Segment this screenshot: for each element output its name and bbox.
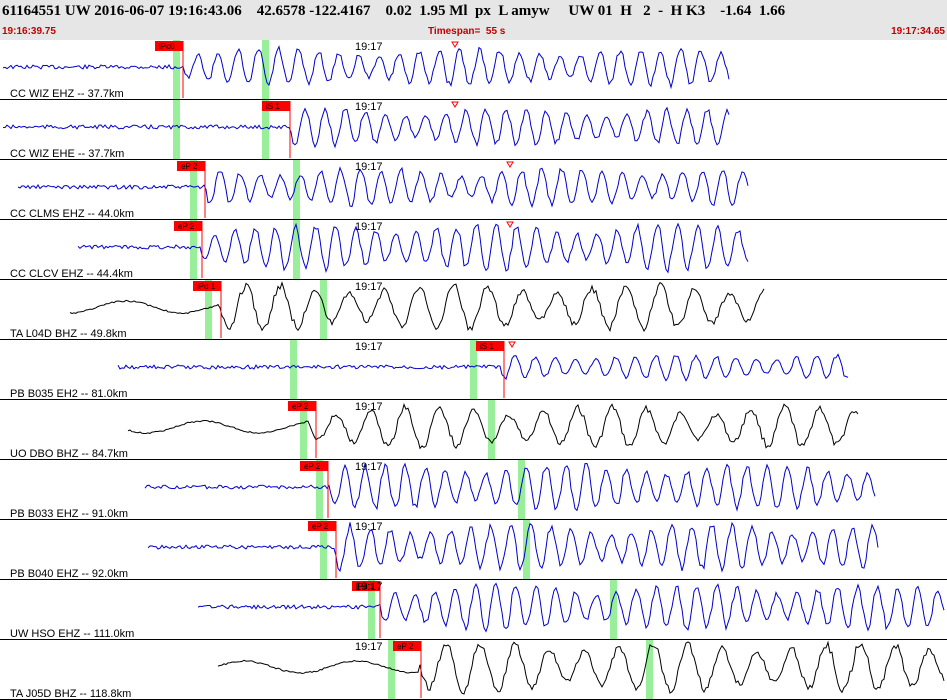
pick-label: eP 2 bbox=[292, 402, 309, 411]
arrival-marker bbox=[518, 460, 525, 519]
pick-label: eP 2 bbox=[312, 522, 329, 531]
minute-label: 19:17 bbox=[355, 401, 383, 413]
waveform-trace[interactable] bbox=[117, 353, 849, 382]
minute-label: 19:17 bbox=[355, 581, 383, 593]
pick-label: iPc0 bbox=[159, 42, 175, 51]
pick-label: eP 2 bbox=[304, 462, 321, 471]
arrival-marker bbox=[293, 160, 300, 219]
pick-label: eP 2 bbox=[178, 222, 195, 231]
minute-label: 19:17 bbox=[355, 521, 383, 533]
waveform-trace[interactable] bbox=[2, 106, 730, 149]
pick-label: iS 1 bbox=[480, 342, 494, 351]
arrival-marker bbox=[470, 340, 477, 399]
minute-label: 19:17 bbox=[355, 641, 383, 653]
amplitude-tick bbox=[506, 161, 514, 168]
arrival-marker bbox=[173, 100, 180, 159]
pick-label: iPd 1 bbox=[197, 282, 216, 291]
station-label: CC CLCV EHZ -- 44.4km bbox=[10, 268, 133, 280]
minute-label: 19:17 bbox=[355, 341, 383, 353]
arrival-marker bbox=[320, 280, 327, 339]
timespan-label: Timespan= 55 s bbox=[428, 26, 506, 37]
station-label: TA L04D BHZ -- 49.8km bbox=[10, 328, 127, 340]
minute-label: 19:17 bbox=[355, 221, 383, 233]
trace-panels[interactable]: iPc0 19:17 CC WIZ EHZ -- 37.7km iS 1 19:17 CC… bbox=[0, 40, 947, 700]
waveform-trace[interactable] bbox=[144, 462, 876, 512]
event-title: 61164551 UW 2016-06-07 19:16:43.06 42.65… bbox=[2, 3, 786, 19]
seismogram-canvas[interactable]: iPc0 19:17 CC WIZ EHZ -- 37.7km iS 1 19:17 CC… bbox=[0, 40, 947, 700]
amplitude-tick bbox=[451, 41, 459, 48]
station-label: CC WIZ EHZ -- 37.7km bbox=[10, 88, 124, 100]
waveform-trace[interactable] bbox=[69, 281, 765, 333]
minute-label: 19:17 bbox=[355, 461, 383, 473]
pick-label: eP 2 bbox=[397, 642, 414, 651]
station-label: PB B035 EH2 -- 81.0km bbox=[10, 388, 127, 400]
waveform-trace[interactable] bbox=[217, 640, 945, 695]
waveform-trace[interactable] bbox=[17, 166, 749, 209]
station-label: TA J05D BHZ -- 118.8km bbox=[10, 688, 131, 700]
end-time: 19:17:34.65 bbox=[891, 26, 945, 37]
station-label: UW HSO EHZ -- 111.0km bbox=[10, 628, 134, 640]
minute-label: 19:17 bbox=[355, 101, 383, 113]
station-label: CC WIZ EHE -- 37.7km bbox=[10, 148, 124, 160]
start-time: 19:16:39.75 bbox=[2, 26, 56, 37]
arrival-marker bbox=[290, 340, 297, 399]
amplitude-tick bbox=[506, 221, 514, 228]
station-label: CC CLMS EHZ -- 44.0km bbox=[10, 208, 134, 220]
minute-label: 19:17 bbox=[355, 161, 383, 173]
waveform-trace[interactable] bbox=[147, 521, 879, 573]
header-bar: 61164551 UW 2016-06-07 19:16:43.06 42.65… bbox=[0, 0, 947, 40]
waveform-trace[interactable] bbox=[77, 222, 749, 274]
station-label: PB B033 EHZ -- 91.0km bbox=[10, 508, 128, 520]
station-label: PB B040 EHZ -- 92.0km bbox=[10, 568, 128, 580]
pick-label: eP 2 bbox=[181, 162, 198, 171]
minute-label: 19:17 bbox=[355, 41, 383, 53]
minute-label: 19:17 bbox=[355, 281, 383, 293]
amplitude-tick bbox=[508, 341, 516, 348]
pick-label: iS 1 bbox=[266, 102, 280, 111]
station-label: UO DBO BHZ -- 84.7km bbox=[10, 448, 128, 460]
amplitude-tick bbox=[451, 101, 459, 108]
arrival-marker bbox=[488, 400, 495, 459]
waveform-trace[interactable] bbox=[197, 582, 945, 633]
arrival-marker bbox=[262, 40, 269, 99]
